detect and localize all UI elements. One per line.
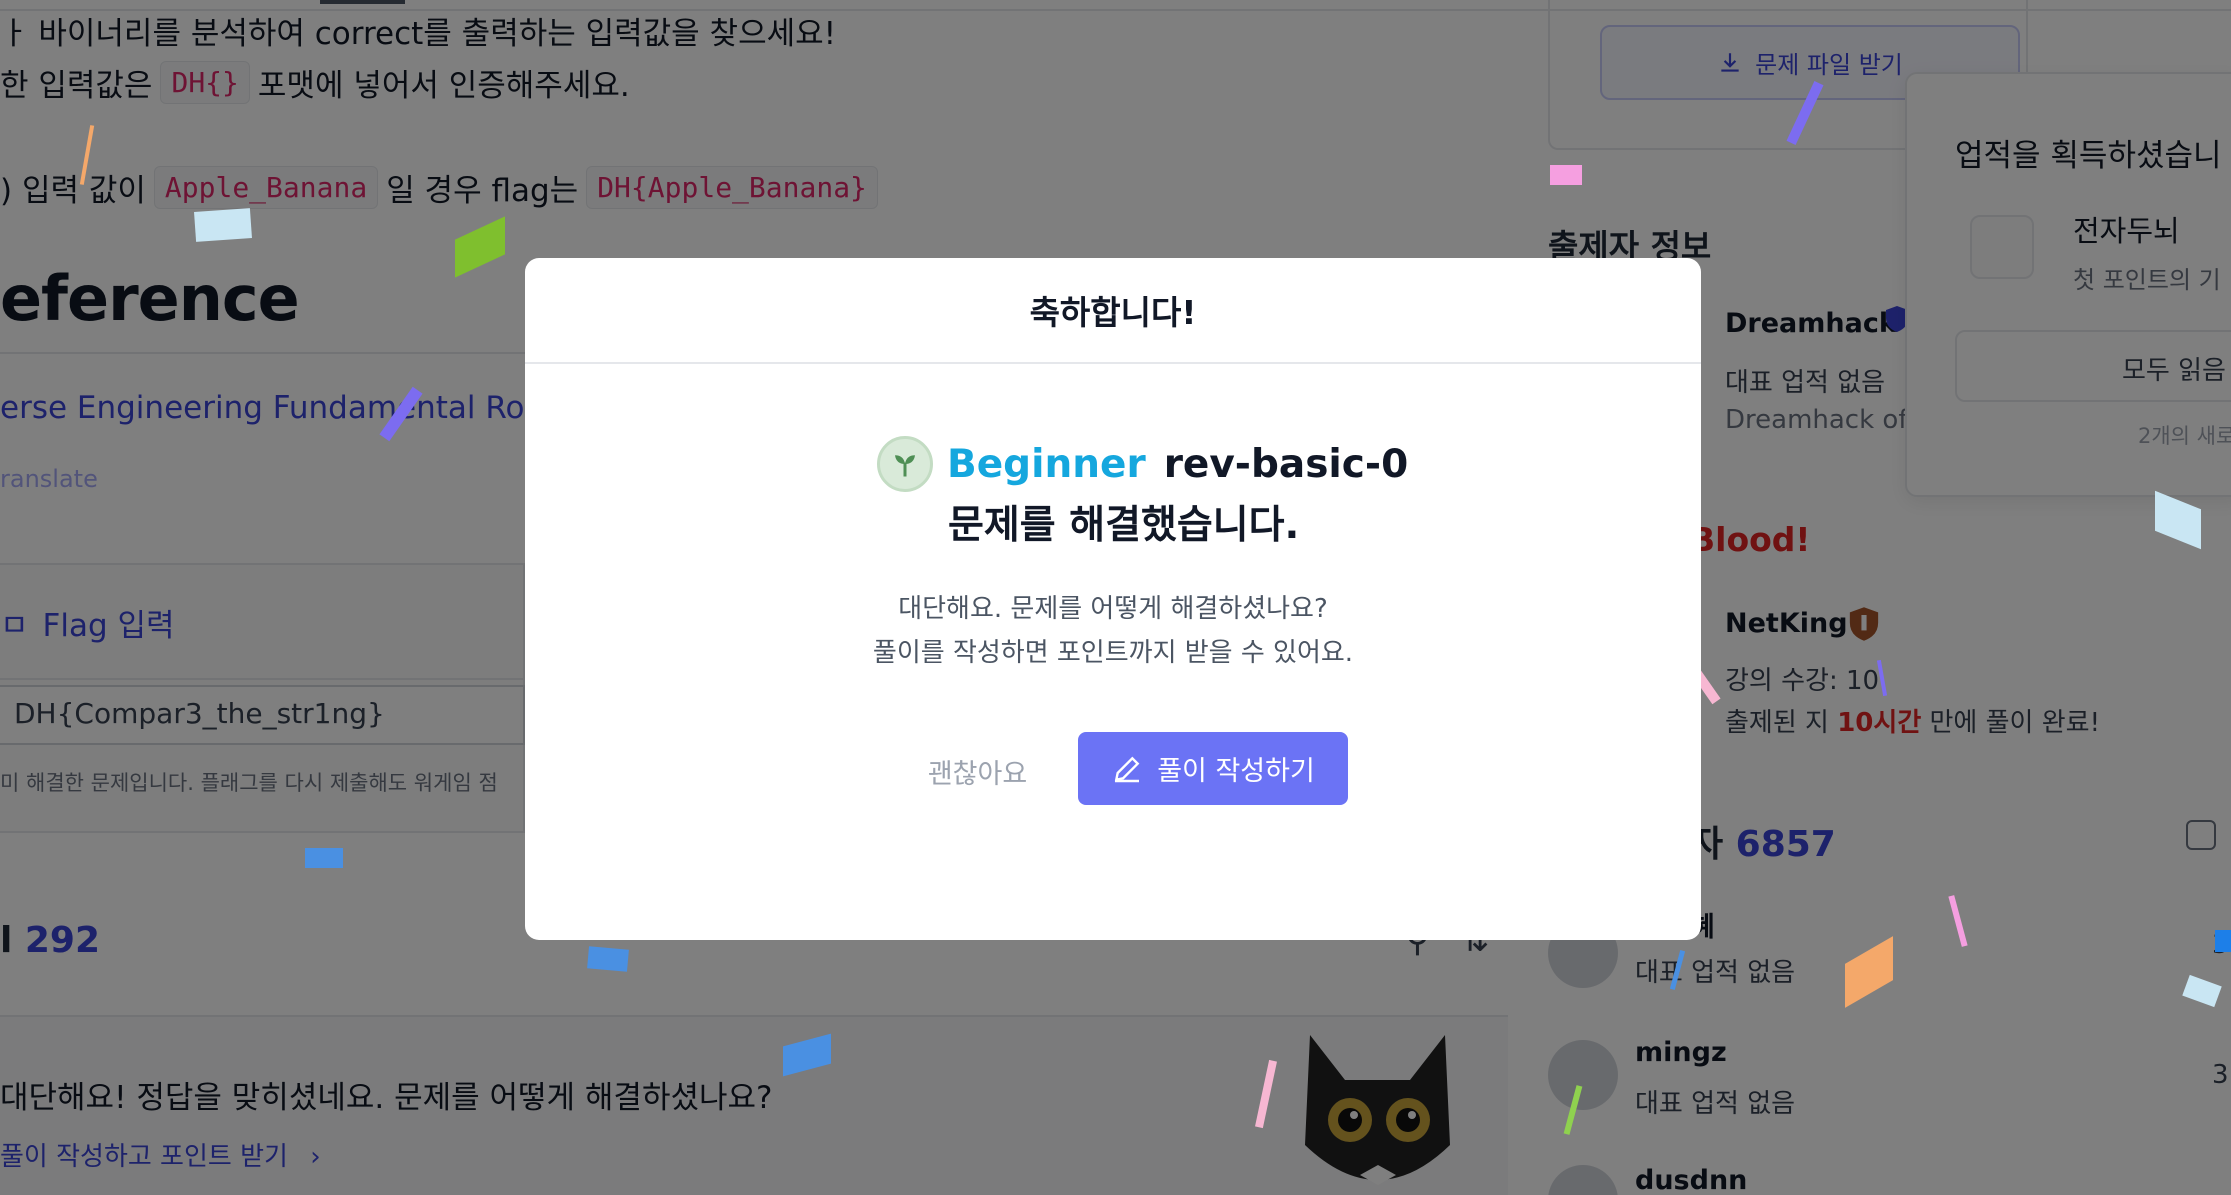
sprout-icon	[877, 436, 933, 492]
problem-heading: Beginner rev-basic-0	[877, 436, 1408, 492]
problem-level: Beginner	[947, 441, 1146, 487]
confetti-piece	[1550, 165, 1582, 185]
pencil-icon	[1114, 756, 1140, 782]
solved-text: 문제를 해결했습니다.	[948, 503, 1300, 548]
confetti-piece	[305, 848, 343, 868]
confetti-piece	[587, 946, 629, 972]
modal-title: 축하합니다!	[525, 258, 1701, 364]
write-solution-label: 풀이 작성하기	[1157, 756, 1315, 787]
skip-button[interactable]: 괜찮아요	[905, 735, 1050, 807]
confetti-piece	[2215, 930, 2231, 952]
confetti-piece	[194, 208, 252, 242]
congrats-modal: 축하합니다! Beginner rev-basic-0 문제를 해결했습니다. …	[525, 258, 1701, 940]
modal-message-line-1: 대단해요. 문제를 어떻게 해결하셨나요?	[898, 594, 1328, 624]
write-solution-button[interactable]: 풀이 작성하기	[1078, 732, 1348, 805]
modal-message-line-2: 풀이를 작성하면 포인트까지 받을 수 있어요.	[872, 638, 1354, 668]
problem-name: rev-basic-0	[1163, 441, 1409, 487]
